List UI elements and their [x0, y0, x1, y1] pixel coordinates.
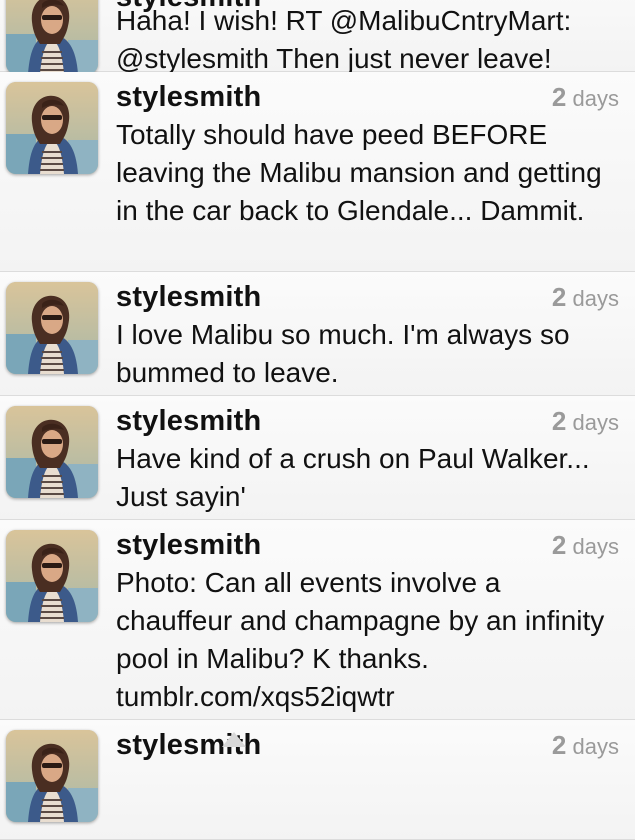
avatar[interactable] [6, 530, 98, 622]
tweet-header: stylesmith 2 days [116, 80, 619, 114]
avatar[interactable] [6, 82, 98, 174]
tweet-text: Photo: Can all events involve a chauffeu… [116, 567, 605, 712]
tweet-item[interactable]: stylesmith 2 days Totally should have pe… [0, 72, 635, 272]
tweet-timestamp: 2 days [551, 82, 619, 112]
tweet-username[interactable]: stylesmith [116, 81, 261, 113]
scroll-up-caret-icon [222, 732, 246, 747]
tweet-timestamp: 2 days [551, 282, 619, 312]
tweet-text: I love Malibu so much. I'm always so bum… [116, 319, 570, 388]
tweet-username[interactable]: stylesmith [116, 405, 261, 437]
tweet-header: stylesmith 2 days [116, 280, 619, 314]
tweet-header: stylesmith 2 days [116, 404, 619, 438]
tweet-item[interactable]: stylesmith 2 days [0, 720, 635, 840]
tweet-timeline[interactable]: stylesmith Haha! I wish! RT @MalibuCntry… [0, 0, 635, 840]
avatar[interactable] [6, 406, 98, 498]
tweet-username[interactable]: stylesmith [116, 281, 261, 313]
avatar[interactable] [6, 730, 98, 822]
tweet-item[interactable]: stylesmith 2 days Have kind of a crush o… [0, 396, 635, 520]
tweet-item[interactable]: stylesmith 2 days I love Malibu so much.… [0, 272, 635, 396]
tweet-username[interactable]: stylesmith [116, 529, 261, 561]
avatar[interactable] [6, 0, 98, 74]
tweet-item[interactable]: stylesmith Haha! I wish! RT @MalibuCntry… [0, 0, 635, 74]
tweet-timestamp: 2 days [551, 730, 619, 760]
tweet-timestamp: 2 days [551, 406, 619, 436]
tweet-text: Haha! I wish! RT @MalibuCntryMart: @styl… [116, 5, 572, 74]
tweet-timestamp: 2 days [551, 530, 619, 560]
avatar[interactable] [6, 282, 98, 374]
tweet-item[interactable]: stylesmith 2 days Photo: Can all events … [0, 520, 635, 720]
tweet-header: stylesmith 2 days [116, 528, 619, 562]
tweet-text: Have kind of a crush on Paul Walker... J… [116, 443, 590, 512]
tweet-text: Totally should have peed BEFORE leaving … [116, 119, 602, 226]
tweet-header: stylesmith 2 days [116, 728, 619, 762]
